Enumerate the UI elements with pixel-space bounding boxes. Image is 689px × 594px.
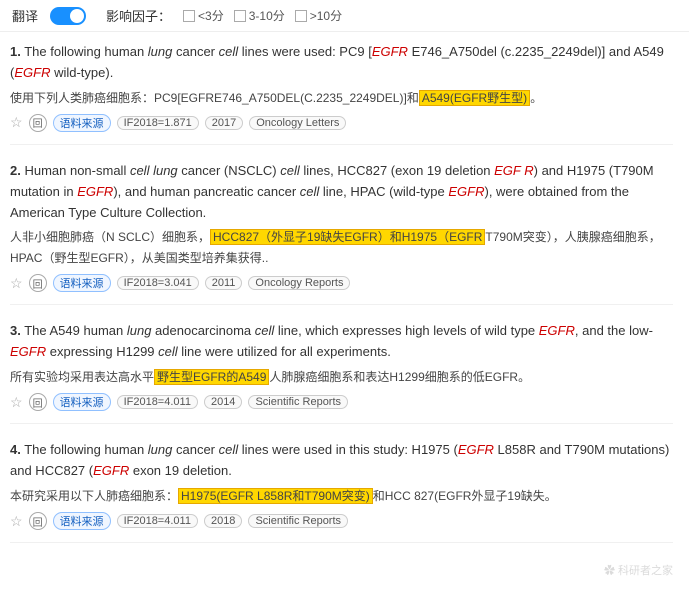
result-item-1: 1. The following human lung cancer cell … (10, 42, 673, 145)
journal-tag-1: Oncology Letters (249, 116, 346, 130)
watermark-text: 科研者之家 (618, 565, 673, 577)
result-3-en: 3. The A549 human lung adenocarcinoma ce… (10, 321, 673, 363)
circle-2[interactable]: 回 (29, 274, 47, 292)
result-2-en: 2. Human non-small cell lung cancer (NSC… (10, 161, 673, 223)
egfr-2a: EGF R (494, 163, 534, 178)
result-2-zh: 人非小细胞肺癌（N SCLC）细胞系，HCC827（外显子19缺失EGFR）和H… (10, 227, 673, 268)
if-tag-4: IF2018=4.011 (117, 514, 198, 528)
journal-tag-2: Oncology Reports (248, 276, 350, 290)
if-tag-1: IF2018=1.871 (117, 116, 199, 130)
results-container: 1. The following human lung cancer cell … (0, 32, 689, 569)
result-item-2: 2. Human non-small cell lung cancer (NSC… (10, 161, 673, 305)
highlight-2: HCC827（外显子19缺失EGFR）和H1975（EGFR (210, 229, 485, 245)
cell-2: cell (280, 163, 300, 178)
egfr-3a: EGFR (539, 323, 575, 338)
egfr-4b: EGFR (93, 463, 129, 478)
cell-2b: cell (300, 184, 320, 199)
if-tag-2: IF2018=3.041 (117, 276, 199, 290)
cell-lung-2: cell lung (130, 163, 178, 178)
result-item-4: 4. The following human lung cancer cell … (10, 440, 673, 543)
star-3[interactable]: ☆ (10, 394, 23, 411)
star-2[interactable]: ☆ (10, 275, 23, 292)
result-1-en: 1. The following human lung cancer cell … (10, 42, 673, 84)
result-3-zh: 所有实验均采用表达高水平野生型EGFR的A549人肺腺癌细胞系和表达H1299细… (10, 367, 673, 387)
lung-1: lung (148, 44, 173, 59)
highlight-3: 野生型EGFR的A549 (154, 369, 269, 385)
result-4-number: 4. (10, 442, 21, 457)
result-1-number: 1. (10, 44, 21, 59)
star-1[interactable]: ☆ (10, 114, 23, 131)
source-tag-4[interactable]: 语料来源 (53, 512, 111, 530)
filter-3-10-label: 3-10分 (249, 7, 285, 24)
filter-3-10[interactable]: 3-10分 (234, 7, 285, 24)
result-item-3: 3. The A549 human lung adenocarcinoma ce… (10, 321, 673, 424)
filter-group: <3分 3-10分 >10分 (183, 7, 342, 24)
circle-4[interactable]: 回 (29, 512, 47, 530)
checkbox-lt3[interactable] (183, 10, 195, 22)
result-4-meta: ☆ 回 语料来源 IF2018=4.011 2018 Scientific Re… (10, 512, 673, 530)
translate-label: 翻译 (12, 6, 38, 25)
circle-1[interactable]: 回 (29, 114, 47, 132)
circle-3[interactable]: 回 (29, 393, 47, 411)
journal-tag-4: Scientific Reports (248, 514, 348, 528)
source-tag-2[interactable]: 语料来源 (53, 274, 111, 292)
checkbox-gt10[interactable] (295, 10, 307, 22)
result-4-zh: 本研究采用以下人肺癌细胞系：H1975(EGFR L858R和T790M突变)和… (10, 486, 673, 506)
egfr-3b: EGFR (10, 344, 46, 359)
star-4[interactable]: ☆ (10, 513, 23, 530)
result-1-zh: 使用下列人类肺癌细胞系：PC9[EGFRE746_A750DEL(C.2235_… (10, 88, 673, 108)
egfr-2b: EGFR (77, 184, 113, 199)
highlight-1: A549(EGFR野生型) (419, 90, 530, 106)
cell-1: cell (219, 44, 239, 59)
cell-3: cell (255, 323, 275, 338)
cell-3b: cell (158, 344, 178, 359)
result-3-number: 3. (10, 323, 21, 338)
egfr-1b: EGFR (14, 65, 50, 80)
year-tag-3: 2014 (204, 395, 242, 409)
translate-toggle[interactable] (50, 7, 86, 25)
result-2-number: 2. (10, 163, 21, 178)
year-tag-1: 2017 (205, 116, 243, 130)
egfr-1a: EGFR (372, 44, 408, 59)
influence-label: 影响因子： (106, 6, 171, 25)
egfr-2c: EGFR (448, 184, 484, 199)
lung-3: lung (127, 323, 152, 338)
source-tag-3[interactable]: 语料来源 (53, 393, 111, 411)
top-bar: 翻译 影响因子： <3分 3-10分 >10分 (0, 0, 689, 32)
egfr-4a: EGFR (458, 442, 494, 457)
filter-lt3[interactable]: <3分 (183, 7, 224, 24)
watermark: ✿ 科研者之家 (604, 562, 673, 578)
result-2-meta: ☆ 回 语料来源 IF2018=3.041 2011 Oncology Repo… (10, 274, 673, 292)
year-tag-4: 2018 (204, 514, 242, 528)
filter-lt3-label: <3分 (198, 7, 224, 24)
year-tag-2: 2011 (205, 276, 243, 290)
checkbox-3-10[interactable] (234, 10, 246, 22)
result-3-meta: ☆ 回 语料来源 IF2018=4.011 2014 Scientific Re… (10, 393, 673, 411)
filter-gt10[interactable]: >10分 (295, 7, 342, 24)
cell-4: cell (219, 442, 239, 457)
filter-gt10-label: >10分 (310, 7, 342, 24)
if-tag-3: IF2018=4.011 (117, 395, 198, 409)
result-1-meta: ☆ 回 语料来源 IF2018=1.871 2017 Oncology Lett… (10, 114, 673, 132)
result-4-en: 4. The following human lung cancer cell … (10, 440, 673, 482)
lung-4: lung (148, 442, 173, 457)
highlight-4: H1975(EGFR L858R和T790M突变) (178, 488, 373, 504)
journal-tag-3: Scientific Reports (248, 395, 348, 409)
source-tag-1[interactable]: 语料来源 (53, 114, 111, 132)
watermark-icon: ✿ (604, 565, 615, 577)
